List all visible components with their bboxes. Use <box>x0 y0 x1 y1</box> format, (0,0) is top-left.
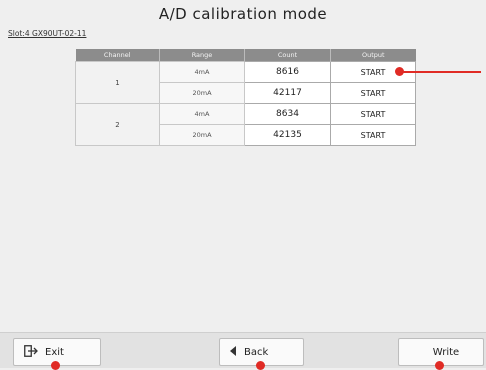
slot-label: Slot:4 GX90UT-02-11 <box>8 29 87 38</box>
count-cell: 8634 <box>244 103 331 125</box>
output-start-button[interactable]: START <box>330 103 416 125</box>
column-header-output: Output <box>330 49 416 62</box>
write-button-label: Write <box>432 346 460 358</box>
back-arrow-icon <box>230 345 237 359</box>
exit-button-label: Exit <box>45 346 64 358</box>
channel-cell: 2 <box>75 103 160 146</box>
back-button-label: Back <box>244 346 269 358</box>
calibration-table: Channel Range Count Output 1 4mA 8616 ST… <box>75 49 416 146</box>
column-header-channel: Channel <box>75 49 160 62</box>
page-title: A/D calibration mode <box>158 5 328 23</box>
range-cell: 4mA <box>159 61 245 83</box>
count-cell: 42117 <box>244 82 331 104</box>
table-row: 1 4mA 8616 START <box>75 61 416 104</box>
output-start-button[interactable]: START <box>330 82 416 104</box>
column-header-count: Count <box>244 49 331 62</box>
callout-marker-exit <box>51 361 60 370</box>
callout-marker-back <box>256 361 265 370</box>
column-header-range: Range <box>159 49 245 62</box>
range-cell: 20mA <box>159 124 245 146</box>
channel-cell: 1 <box>75 61 160 104</box>
count-cell: 8616 <box>244 61 331 83</box>
exit-icon <box>24 344 38 360</box>
range-cell: 4mA <box>159 103 245 125</box>
callout-marker-write <box>435 361 444 370</box>
count-cell: 42135 <box>244 124 331 146</box>
table-row: 2 4mA 8634 START <box>75 103 416 146</box>
output-start-button[interactable]: START <box>330 124 416 146</box>
callout-line-output <box>403 71 481 73</box>
range-cell: 20mA <box>159 82 245 104</box>
table-header-row: Channel Range Count Output <box>75 49 416 62</box>
